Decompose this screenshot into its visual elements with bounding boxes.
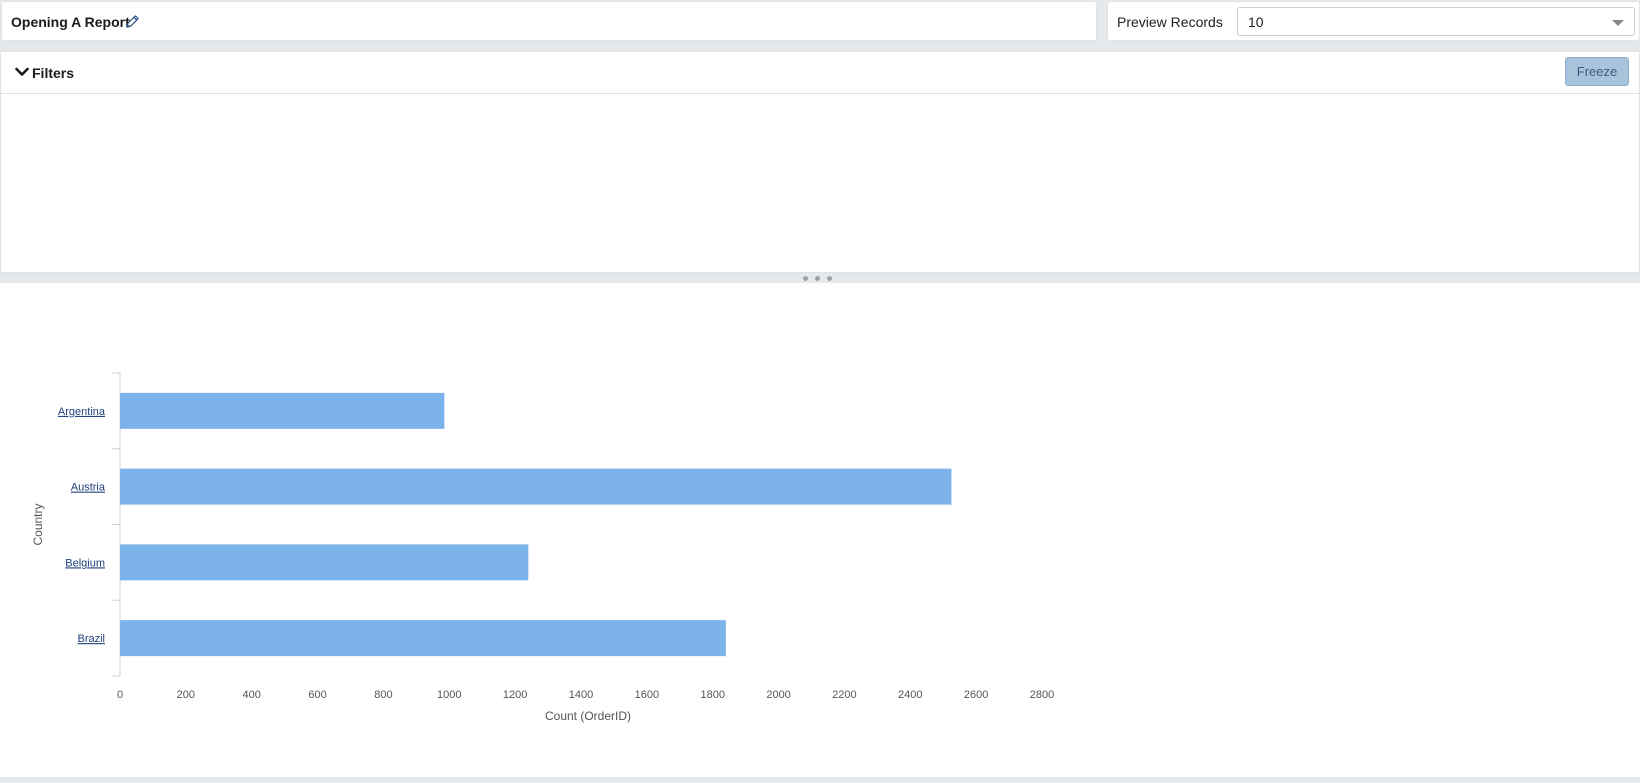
preview-records-card: Preview Records 10 — [1107, 1, 1640, 41]
x-tick-label: 2200 — [832, 689, 856, 701]
bar-argentina — [120, 392, 445, 429]
x-axis-label: Count (OrderID) — [545, 709, 631, 723]
bar-chart: Argentina Austria Belgium Brazil 0 200 400 600 8… — [31, 372, 1054, 723]
report-title: Opening A Report — [11, 14, 130, 30]
x-tick-label: 0 — [117, 689, 123, 701]
preview-records-label: Preview Records — [1117, 14, 1223, 30]
bar-austria — [120, 468, 952, 505]
x-tick-label: 1200 — [503, 689, 527, 701]
filters-header[interactable]: Filters Freeze — [1, 52, 1639, 94]
bottom-strip — [0, 777, 1640, 783]
x-tick-label: 800 — [374, 689, 392, 701]
category-link-austria[interactable]: Austria — [71, 482, 106, 494]
filters-label: Filters — [32, 65, 75, 81]
category-link-argentina[interactable]: Argentina — [58, 406, 106, 418]
preview-records-select[interactable]: 10 — [1237, 7, 1635, 36]
x-tick-label: 2800 — [1030, 689, 1054, 701]
x-tick-label: 1000 — [437, 689, 461, 701]
x-tick-label: 2600 — [964, 689, 988, 701]
panel-splitter[interactable] — [0, 273, 1640, 283]
freeze-button[interactable]: Freeze — [1565, 57, 1629, 86]
splitter-dot — [827, 276, 832, 281]
category-link-belgium[interactable]: Belgium — [65, 557, 105, 569]
chevron-down-icon — [1612, 20, 1624, 26]
x-tick-label: 2000 — [766, 689, 790, 701]
filters-panel: Filters Freeze — [0, 51, 1640, 273]
splitter-dot — [803, 276, 808, 281]
x-tick-label: 200 — [177, 689, 195, 701]
x-tick-label: 1800 — [700, 689, 724, 701]
pencil-icon[interactable] — [125, 14, 140, 29]
category-link-brazil[interactable]: Brazil — [77, 633, 105, 645]
bar-brazil — [120, 620, 726, 657]
report-title-card: Opening A Report — [1, 1, 1097, 41]
y-axis-label: Country — [31, 503, 45, 545]
x-tick-label: 1600 — [635, 689, 659, 701]
x-tick-label: 400 — [243, 689, 261, 701]
x-tick-label: 2400 — [898, 689, 922, 701]
x-tick-label: 1400 — [569, 689, 593, 701]
chevron-down-icon[interactable] — [15, 65, 29, 79]
chart-panel: Argentina Austria Belgium Brazil 0 200 400 600 8… — [0, 283, 1640, 777]
preview-records-value: 10 — [1248, 14, 1264, 30]
x-tick-label: 600 — [308, 689, 326, 701]
splitter-dot — [815, 276, 820, 281]
bar-belgium — [120, 544, 529, 581]
